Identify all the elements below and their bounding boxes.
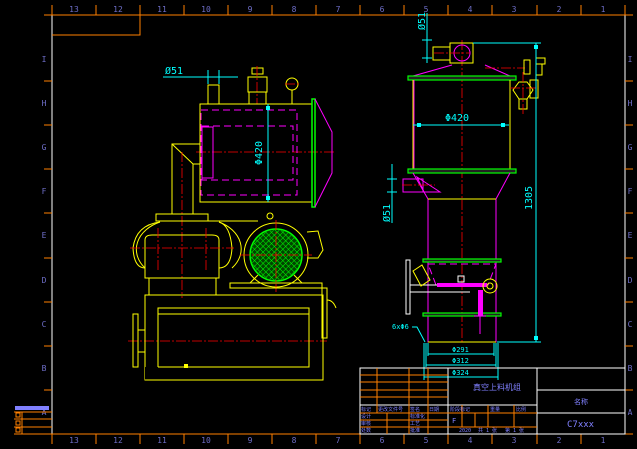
svg-text:处数: 处数 bbox=[361, 427, 371, 434]
pressure-gauge-icon bbox=[285, 77, 299, 104]
svg-text:第 1 张: 第 1 张 bbox=[505, 427, 524, 434]
svg-text:标准化: 标准化 bbox=[410, 413, 425, 420]
drawing-title: 真空上料机组 bbox=[473, 382, 521, 392]
drawing-frame bbox=[51, 14, 626, 435]
svg-text:9: 9 bbox=[248, 5, 253, 14]
top-flange bbox=[407, 75, 517, 81]
outlet-diameter-dim: Ø51 bbox=[165, 65, 183, 77]
svg-text:9: 9 bbox=[248, 436, 253, 445]
bottom-dims: Φ291 Φ312 Φ324 bbox=[423, 343, 499, 380]
motor bbox=[229, 212, 324, 292]
vacuum-filter-cap bbox=[247, 66, 268, 105]
svg-text:工艺: 工艺 bbox=[410, 421, 420, 427]
svg-text:1: 1 bbox=[601, 436, 606, 445]
svg-text:7: 7 bbox=[336, 436, 341, 445]
svg-text:13: 13 bbox=[69, 5, 79, 14]
svg-text:8: 8 bbox=[292, 5, 297, 14]
svg-text:13: 13 bbox=[69, 436, 79, 445]
svg-text:12: 12 bbox=[113, 5, 123, 14]
svg-text:B: B bbox=[42, 364, 47, 373]
svg-text:审核: 审核 bbox=[361, 420, 371, 427]
tank-diameter-dim: Φ420 bbox=[254, 141, 265, 165]
lower-body bbox=[405, 198, 502, 343]
svg-text:E: E bbox=[628, 231, 633, 240]
svg-text:1: 1 bbox=[601, 5, 606, 14]
title-block: 标记 更改文件号 签名 日期 设计 标准化 审核 工艺 处数 批准 阶段标记 重… bbox=[359, 367, 626, 435]
top-outlet-dim: Ø51 bbox=[416, 12, 432, 63]
svg-text:日期: 日期 bbox=[429, 407, 439, 413]
svg-text:C: C bbox=[628, 320, 633, 329]
holes-callout: 6xΦ6 bbox=[392, 323, 426, 343]
side-view-vacuum-unit: Φ420 Ø51 bbox=[128, 65, 337, 381]
svg-text:8: 8 bbox=[292, 436, 297, 445]
svg-text:I: I bbox=[628, 55, 633, 64]
svg-text:共 1 张: 共 1 张 bbox=[478, 427, 497, 434]
svg-text:Ø51: Ø51 bbox=[381, 204, 393, 222]
svg-text:G: G bbox=[42, 143, 47, 152]
svg-text:A: A bbox=[628, 408, 633, 417]
svg-text:Φ291: Φ291 bbox=[452, 346, 469, 354]
middle-flange bbox=[407, 168, 517, 174]
svg-text:Φ312: Φ312 bbox=[452, 357, 469, 365]
svg-text:4: 4 bbox=[468, 436, 473, 445]
svg-text:重量: 重量 bbox=[490, 406, 500, 413]
svg-text:签名: 签名 bbox=[410, 406, 420, 413]
svg-text:G: G bbox=[628, 143, 633, 152]
svg-text:F: F bbox=[628, 187, 633, 196]
svg-text:E: E bbox=[42, 231, 47, 240]
front-view-vacuum-loader: Ø51 Φ420 Ø51 1305 6xΦ6 Φ291 Φ312 Φ324 bbox=[381, 12, 546, 380]
name-label: 名称 bbox=[574, 397, 588, 406]
row-zone-labels: IHGFEDCBA IHGFEDCBA bbox=[42, 55, 633, 417]
svg-text:11: 11 bbox=[157, 436, 167, 445]
drawing-number: C7xxx bbox=[567, 420, 595, 430]
svg-text:H: H bbox=[42, 99, 47, 108]
svg-text:5: 5 bbox=[424, 436, 429, 445]
svg-text:D: D bbox=[42, 276, 47, 285]
svg-text:12: 12 bbox=[113, 436, 123, 445]
svg-text:3: 3 bbox=[512, 436, 517, 445]
svg-text:2020: 2020 bbox=[459, 428, 471, 434]
right-valve-assembly bbox=[510, 57, 546, 115]
svg-text:11: 11 bbox=[157, 5, 167, 14]
svg-text:F: F bbox=[452, 417, 456, 425]
svg-text:设计: 设计 bbox=[361, 413, 371, 420]
svg-text:2: 2 bbox=[557, 436, 562, 445]
svg-text:H: H bbox=[628, 99, 633, 108]
svg-text:F: F bbox=[42, 187, 47, 196]
cylinder-diameter-dim: Φ420 bbox=[445, 113, 469, 124]
svg-text:10: 10 bbox=[201, 5, 211, 14]
svg-text:6xΦ6: 6xΦ6 bbox=[392, 323, 409, 331]
svg-text:I: I bbox=[42, 55, 47, 64]
cad-drawing-canvas[interactable]: 13 12 11 10 9 8 7 6 5 4 3 2 1 13 12 11 10 9 8 7 6 5 4 3 2 1 IHGF… bbox=[0, 0, 637, 449]
outlet-pipe: Ø51 bbox=[163, 65, 238, 105]
top-zone-ticks bbox=[44, 5, 633, 444]
svg-text:7: 7 bbox=[336, 5, 341, 14]
svg-text:4: 4 bbox=[468, 5, 473, 14]
top-motor bbox=[432, 42, 474, 64]
svg-text:更改文件号: 更改文件号 bbox=[378, 406, 403, 413]
svg-text:C: C bbox=[42, 320, 47, 329]
svg-text:Ø51: Ø51 bbox=[416, 12, 428, 30]
cylinder: Φ420 bbox=[412, 80, 511, 169]
svg-text:B: B bbox=[628, 364, 633, 373]
svg-text:Φ324: Φ324 bbox=[452, 369, 469, 377]
svg-text:6: 6 bbox=[380, 5, 385, 14]
svg-text:6: 6 bbox=[380, 436, 385, 445]
svg-text:D: D bbox=[628, 276, 633, 285]
svg-text:标记: 标记 bbox=[361, 406, 371, 413]
svg-text:3: 3 bbox=[512, 5, 517, 14]
svg-text:10: 10 bbox=[201, 436, 211, 445]
svg-text:批准: 批准 bbox=[410, 427, 420, 434]
vacuum-tank: Φ420 bbox=[199, 98, 333, 208]
svg-text:2: 2 bbox=[557, 5, 562, 14]
svg-text:比例: 比例 bbox=[516, 406, 526, 413]
base-frame bbox=[132, 287, 337, 381]
svg-text:阶段标记: 阶段标记 bbox=[450, 406, 470, 413]
overall-height-dim: 1305 bbox=[524, 186, 535, 210]
